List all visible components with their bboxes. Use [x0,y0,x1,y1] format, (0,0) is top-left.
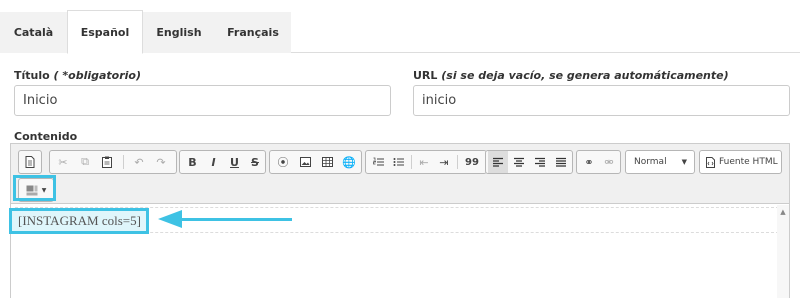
instagram-shortcode[interactable]: [INSTAGRAM cols=5] [9,208,149,234]
title-input[interactable]: Inicio [14,85,391,116]
toolbar-group-links: ⚭ ⚮ [576,150,621,174]
unlink-button[interactable]: ⚮ [599,151,619,173]
image-icon [299,157,311,167]
numbered-list-button[interactable] [368,151,388,173]
toolbar-group-document [18,150,42,174]
undo-button[interactable]: ↶ [128,151,150,173]
copy-icon: ⧉ [81,155,89,168]
link-icon: ⚭ [584,155,594,169]
url-label-text: URL [413,69,438,82]
align-center-button[interactable] [509,151,529,173]
bulleted-list-icon [393,158,404,166]
strike-button[interactable]: S [245,151,265,173]
strike-icon: S [251,155,259,169]
paste-button[interactable] [96,151,118,173]
editor-scrollbar[interactable]: ▲ [777,205,789,298]
align-center-icon [514,157,524,167]
url-input[interactable]: inicio [413,85,790,116]
italic-icon: I [211,155,216,169]
shortcode-text: [INSTAGRAM cols=5] [18,213,141,228]
indent-icon: ⇥ [439,155,449,169]
annotation-highlight-box [13,175,56,201]
url-label: URL (si se deja vacío, se genera automát… [413,69,729,82]
caret-down-icon: ▼ [681,158,687,166]
underline-button[interactable]: U [224,151,245,173]
source-icon [706,156,715,168]
align-right-icon [535,157,545,167]
quote-icon: 99 [465,156,479,168]
title-label-text: Título [14,69,50,82]
toolbar-group-insert: ⦿ 🌐 [269,150,362,174]
tab-francais[interactable]: Français [215,12,291,53]
url-hint: (si se deja vacío, se genera automáticam… [437,69,729,82]
toolbar-group-clipboard: ✂ ⧉ ↶ ↷ [49,150,177,174]
toolbar-group-paragraph: ⇤ ⇥ 99 [365,150,487,174]
cut-button[interactable]: ✂ [52,151,74,173]
bold-button[interactable]: B [182,151,203,173]
align-justify-icon [556,157,566,167]
language-tab-bar: Català Español English Français [0,0,800,54]
unlink-icon: ⚮ [604,155,614,169]
toolbar-group-basicstyles: B I U S [179,150,266,174]
source-html-button[interactable]: Fuente HTML [699,150,782,174]
tab-label: Français [227,26,279,39]
iframe-button[interactable]: 🌐 [338,151,360,173]
url-value: inicio [422,93,457,108]
globe-icon: 🌐 [342,155,356,169]
title-label: Título ( *obligatorio) [14,69,141,82]
tab-label: Español [80,25,130,39]
new-page-button[interactable] [19,151,41,173]
source-html-label: Fuente HTML [719,157,778,167]
annotation-arrow-line [180,218,292,221]
annotation-arrow-head [158,210,182,228]
align-justify-button[interactable] [551,151,571,173]
image-button[interactable] [294,151,316,173]
link-button[interactable]: ⚭ [579,151,599,173]
cut-icon: ✂ [58,155,68,169]
redo-button[interactable]: ↷ [150,151,172,173]
tab-espanol[interactable]: Español [67,10,143,54]
outdent-button[interactable]: ⇤ [414,151,434,173]
editor-toolbar: ✂ ⧉ ↶ ↷ B I U S ⦿ 🌐 ⇤ ⇥ 99 ⚭ ⚮ Normal ▼ … [11,144,789,204]
align-left-button[interactable] [488,151,508,173]
title-value: Inicio [23,93,58,108]
separator [457,155,458,169]
undo-icon: ↶ [134,155,144,169]
content-label: Contenido [14,130,78,143]
underline-icon: U [230,155,239,169]
bold-icon: B [188,155,197,169]
tab-label: English [156,26,202,39]
tab-label: Català [13,26,54,39]
tab-catala[interactable]: Català [0,12,67,53]
outdent-icon: ⇤ [419,155,429,169]
copy-button[interactable]: ⧉ [74,151,96,173]
format-select-value: Normal [634,157,667,167]
indent-button[interactable]: ⇥ [434,151,454,173]
blockquote-button[interactable]: 99 [460,151,484,173]
scroll-up-icon: ▲ [780,208,786,216]
table-button[interactable] [316,151,338,173]
table-icon [321,157,333,167]
format-select[interactable]: Normal ▼ [625,150,695,174]
numbered-list-icon [372,157,384,166]
toolbar-group-align [485,150,573,174]
separator [123,155,124,169]
paste-icon [102,156,112,168]
title-hint: ( *obligatorio) [49,69,142,82]
bulleted-list-button[interactable] [388,151,408,173]
redo-icon: ↷ [156,155,166,169]
play-circle-icon: ⦿ [277,156,289,169]
media-button[interactable]: ⦿ [272,151,294,173]
align-right-button[interactable] [530,151,550,173]
separator [411,155,412,169]
italic-button[interactable]: I [203,151,224,173]
tab-english[interactable]: English [143,12,215,53]
new-page-icon [25,156,35,168]
align-left-icon [493,157,503,167]
